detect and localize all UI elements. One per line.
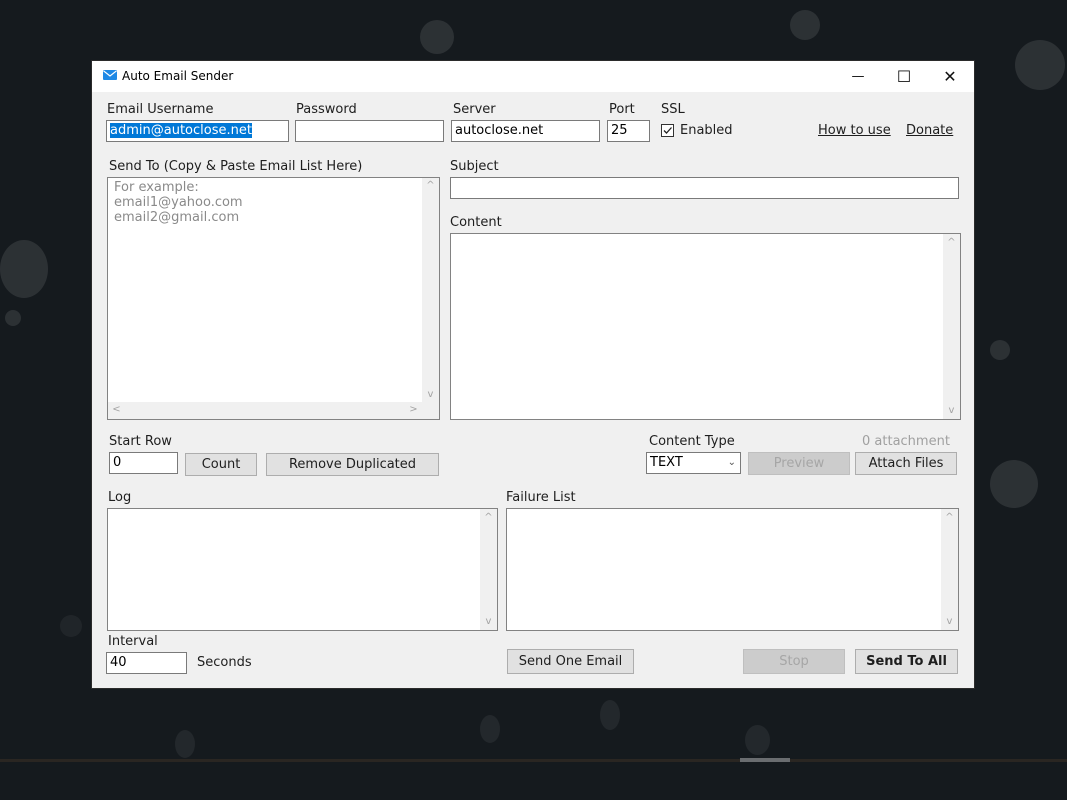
chevron-down-icon: ⌄ [727, 457, 736, 468]
scroll-up-icon[interactable]: ^ [480, 512, 497, 523]
floor-line [0, 759, 1067, 762]
email-username-value: admin@autoclose.net [110, 123, 252, 138]
title-bar[interactable]: Auto Email Sender — ☐ ✕ [92, 61, 974, 92]
scroll-right-icon[interactable]: > [405, 404, 422, 415]
failure-list-label: Failure List [506, 490, 576, 505]
send-one-email-button[interactable]: Send One Email [507, 649, 634, 674]
scroll-down-icon[interactable]: v [941, 616, 958, 627]
attach-files-button[interactable]: Attach Files [855, 452, 957, 475]
minimize-icon: — [851, 69, 865, 84]
content-label: Content [450, 215, 502, 230]
scroll-up-icon[interactable]: ^ [422, 180, 439, 191]
ssl-checkbox[interactable] [661, 124, 674, 137]
send-to-textarea[interactable]: For example: email1@yahoo.com email2@gma… [107, 177, 440, 420]
scrollbar-corner [422, 402, 439, 419]
send-to-all-button[interactable]: Send To All [855, 649, 958, 674]
maximize-icon: ☐ [896, 67, 912, 86]
send-to-label: Send To (Copy & Paste Email List Here) [109, 159, 363, 174]
content-type-label: Content Type [649, 434, 735, 449]
donate-link[interactable]: Donate [906, 123, 953, 138]
send-to-horizontal-scrollbar[interactable]: < > [108, 402, 422, 419]
attachment-count: 0 attachment [862, 434, 950, 449]
scroll-up-icon[interactable]: ^ [943, 237, 960, 248]
scroll-up-icon[interactable]: ^ [941, 512, 958, 523]
port-input[interactable]: 25 [607, 120, 650, 142]
remove-duplicated-button[interactable]: Remove Duplicated [266, 453, 439, 476]
preview-button[interactable]: Preview [748, 452, 850, 475]
ssl-enabled-label[interactable]: Enabled [680, 123, 733, 138]
log-vertical-scrollbar[interactable]: ^ v [480, 509, 497, 630]
interval-input[interactable]: 40 [106, 652, 187, 674]
port-label: Port [609, 102, 635, 117]
content-textarea[interactable]: ^ v [450, 233, 961, 420]
subject-input[interactable] [450, 177, 959, 199]
how-to-use-link[interactable]: How to use [818, 123, 891, 138]
failure-list-vertical-scrollbar[interactable]: ^ v [941, 509, 958, 630]
email-username-label: Email Username [107, 102, 214, 117]
failure-list-textarea[interactable]: ^ v [506, 508, 959, 631]
ssl-label: SSL [661, 102, 685, 117]
close-button[interactable]: ✕ [927, 61, 973, 92]
start-row-label: Start Row [109, 434, 172, 449]
close-icon: ✕ [943, 67, 957, 86]
count-button[interactable]: Count [185, 453, 257, 476]
scroll-down-icon[interactable]: v [480, 616, 497, 627]
server-input[interactable]: autoclose.net [451, 120, 600, 142]
content-type-select[interactable]: TEXT ⌄ [646, 452, 741, 474]
minimize-button[interactable]: — [835, 61, 881, 92]
content-type-value: TEXT [650, 455, 683, 470]
subject-label: Subject [450, 159, 499, 174]
email-username-input[interactable]: admin@autoclose.net [106, 120, 289, 142]
send-to-vertical-scrollbar[interactable]: ^ v [422, 178, 439, 402]
password-input[interactable] [295, 120, 444, 142]
interval-label: Interval [108, 634, 158, 649]
app-window: Auto Email Sender — ☐ ✕ Email Username a… [92, 61, 974, 688]
server-label: Server [453, 102, 496, 117]
interval-unit-label: Seconds [197, 655, 252, 670]
envelope-icon [103, 70, 117, 80]
start-row-input[interactable]: 0 [109, 452, 178, 474]
log-textarea[interactable]: ^ v [107, 508, 498, 631]
stop-button[interactable]: Stop [743, 649, 845, 674]
scroll-down-icon[interactable]: v [943, 405, 960, 416]
checkmark-icon [663, 127, 672, 134]
password-label: Password [296, 102, 357, 117]
content-vertical-scrollbar[interactable]: ^ v [943, 234, 960, 419]
scroll-left-icon[interactable]: < [108, 404, 125, 415]
maximize-button[interactable]: ☐ [881, 61, 927, 92]
scroll-down-icon[interactable]: v [422, 389, 439, 400]
window-title: Auto Email Sender [122, 69, 234, 83]
log-label: Log [108, 490, 132, 505]
send-to-placeholder: For example: email1@yahoo.com email2@gma… [114, 180, 243, 225]
floor-marker [740, 758, 790, 762]
